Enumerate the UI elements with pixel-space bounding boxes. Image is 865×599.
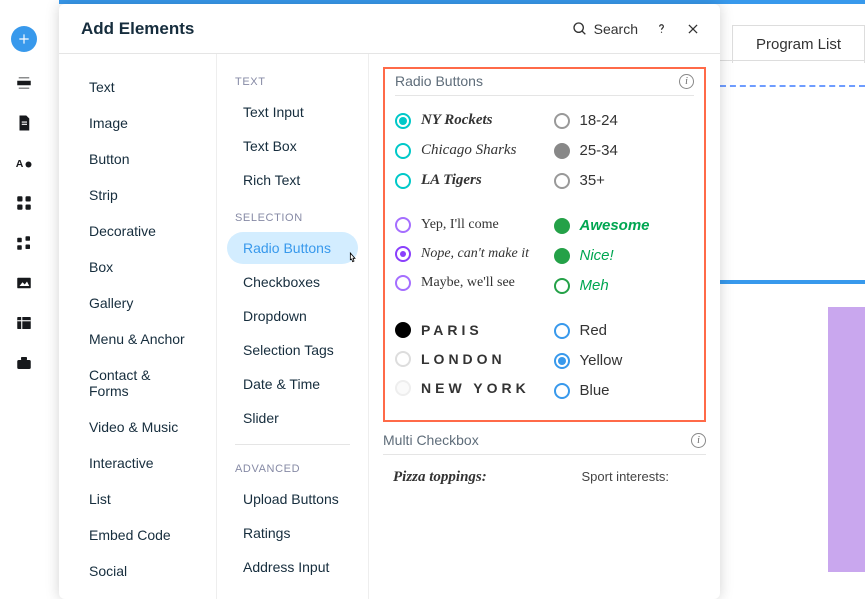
category-item[interactable]: Button <box>69 143 206 175</box>
cms-icon[interactable] <box>15 314 33 332</box>
sub-item[interactable]: Date & Time <box>227 368 358 400</box>
pointer-cursor-icon <box>345 250 361 268</box>
category-item[interactable]: Social <box>69 555 206 587</box>
sub-item[interactable]: Address Input <box>227 551 358 583</box>
radio-preset-teams[interactable]: Chicago Sharks <box>395 142 536 159</box>
add-elements-button[interactable] <box>11 26 37 52</box>
section-title-multi: Multi Checkbox <box>383 432 479 448</box>
radio-preset-cities[interactable]: LONDON <box>395 351 536 367</box>
sections-icon[interactable] <box>15 74 33 92</box>
search-button[interactable]: Search <box>572 21 638 37</box>
category-item[interactable]: Strip <box>69 179 206 211</box>
svg-text:A: A <box>16 158 24 170</box>
category-item[interactable]: Payments <box>69 591 206 599</box>
page-icon[interactable] <box>15 114 33 132</box>
info-icon[interactable]: i <box>679 74 694 89</box>
radio-preset-ages[interactable]: 25-34 <box>554 142 695 159</box>
multi-preset-pizza[interactable]: Pizza toppings: <box>393 469 536 486</box>
radio-preset-cities[interactable]: PARIS <box>395 322 536 338</box>
tab-program-list[interactable]: Program List <box>732 25 865 63</box>
category-item[interactable]: Decorative <box>69 215 206 247</box>
category-item[interactable]: Video & Music <box>69 411 206 443</box>
sub-item[interactable]: Dropdown <box>227 300 358 332</box>
help-button[interactable] <box>652 20 670 38</box>
add-elements-panel: Add Elements Search Text Image Button Strip… <box>59 4 720 599</box>
theme-icon[interactable]: A <box>15 154 33 172</box>
category-item[interactable]: Box <box>69 251 206 283</box>
multi-preset-sport[interactable]: Sport interests: <box>582 469 707 484</box>
radio-preset-mood[interactable]: Nice! <box>554 247 695 264</box>
radio-preset-colors[interactable]: Red <box>554 322 695 339</box>
sub-item[interactable]: Text Input <box>227 96 358 128</box>
radio-preset-rsvp[interactable]: Yep, I'll come <box>395 217 536 233</box>
radio-preset-ages[interactable]: 18-24 <box>554 112 695 129</box>
search-icon <box>572 21 588 37</box>
panel-title: Add Elements <box>81 19 572 39</box>
business-icon[interactable] <box>15 354 33 372</box>
radio-preset-mood[interactable]: Awesome <box>554 217 695 234</box>
category-item[interactable]: Gallery <box>69 287 206 319</box>
info-icon[interactable]: i <box>691 433 706 448</box>
sub-item[interactable]: Checkboxes <box>227 266 358 298</box>
category-item[interactable]: Image <box>69 107 206 139</box>
sub-item[interactable]: Ratings <box>227 517 358 549</box>
category-item[interactable]: Contact & Forms <box>69 359 206 407</box>
sub-heading-selection: SELECTION <box>217 204 368 232</box>
sub-heading-advanced: ADVANCED <box>217 455 368 483</box>
section-title-radio: Radio Buttons <box>395 73 483 89</box>
radio-preset-ages[interactable]: 35+ <box>554 172 695 189</box>
radio-preset-teams[interactable]: NY Rockets <box>395 112 536 129</box>
radio-buttons-highlight: Radio Buttons i NY Rockets Chicago Shark… <box>383 67 706 422</box>
radio-preset-teams[interactable]: LA Tigers <box>395 172 536 189</box>
category-item[interactable]: Interactive <box>69 447 206 479</box>
plus-icon <box>17 32 31 46</box>
category-item[interactable]: Text <box>69 71 206 103</box>
sub-heading-text: TEXT <box>217 68 368 96</box>
close-icon <box>686 22 700 36</box>
radio-preset-colors[interactable]: Blue <box>554 382 695 399</box>
sub-item[interactable]: Slider <box>227 402 358 434</box>
plugins-icon[interactable] <box>15 234 33 252</box>
sub-item[interactable]: Selection Tags <box>227 334 358 366</box>
sub-item[interactable]: Upload Buttons <box>227 483 358 515</box>
category-item[interactable]: List <box>69 483 206 515</box>
sub-item[interactable]: Text Box <box>227 130 358 162</box>
radio-preset-rsvp[interactable]: Maybe, we'll see <box>395 275 536 291</box>
help-icon <box>654 21 669 36</box>
sub-item[interactable]: Rich Text <box>227 164 358 196</box>
media-icon[interactable] <box>15 274 33 292</box>
category-item[interactable]: Embed Code <box>69 519 206 551</box>
radio-preset-cities[interactable]: NEW YORK <box>395 380 536 396</box>
sub-item[interactable]: Radio Buttons <box>227 232 358 264</box>
radio-preset-mood[interactable]: Meh <box>554 277 695 294</box>
radio-preset-rsvp[interactable]: Nope, can't make it <box>395 246 536 262</box>
close-button[interactable] <box>684 20 702 38</box>
radio-preset-colors[interactable]: Yellow <box>554 352 695 369</box>
category-item[interactable]: Menu & Anchor <box>69 323 206 355</box>
canvas-element[interactable] <box>828 307 865 572</box>
apps-icon[interactable] <box>15 194 33 212</box>
